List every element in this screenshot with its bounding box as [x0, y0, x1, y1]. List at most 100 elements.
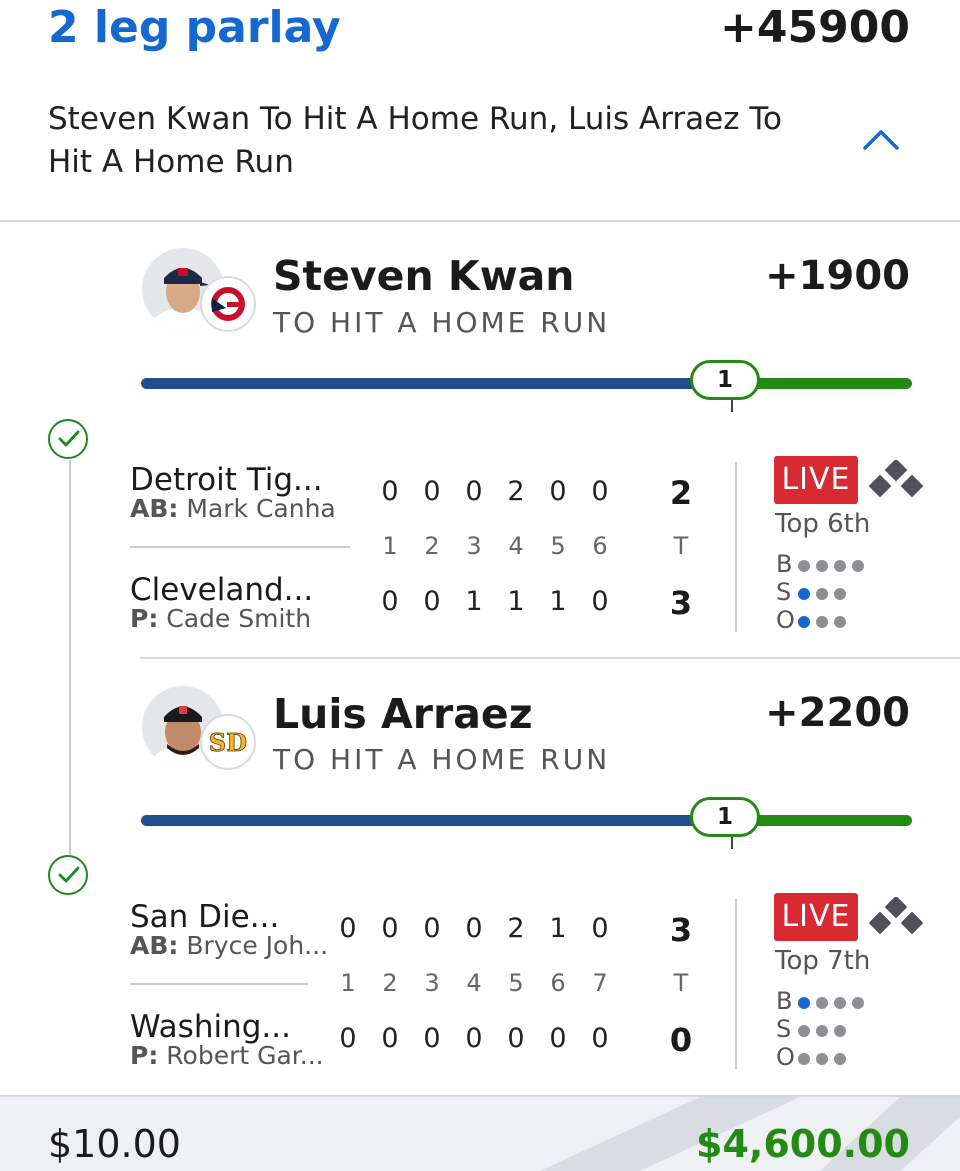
away-total-score: 2: [669, 474, 693, 512]
away-inning-score: 2: [507, 476, 525, 507]
strikes-dot: [798, 1025, 810, 1037]
market-label: TO HIT A HOME RUN: [273, 306, 611, 339]
inning-number: 3: [424, 969, 440, 997]
at-bat-player: AB: Bryce Joh...: [130, 931, 328, 960]
scoreboard-divider: [735, 462, 737, 632]
inning-number: 1: [382, 532, 398, 560]
home-inning-score: 1: [507, 586, 525, 617]
outs-label: O: [776, 1043, 795, 1071]
inning-number: 5: [508, 969, 524, 997]
progress-marker: 1: [690, 797, 760, 837]
stake-amount: $10.00: [48, 1122, 181, 1166]
balls-dot: [798, 560, 810, 572]
strikes-count-row: S: [776, 1015, 852, 1043]
progress-bar-filled: [141, 378, 725, 389]
at-bat-label: AB:: [130, 494, 179, 523]
pitcher-name: Cade Smith: [166, 604, 312, 633]
inning-state: Top 6th: [775, 509, 871, 539]
away-total-score: 3: [669, 911, 693, 949]
away-team-name: San Die...: [130, 899, 280, 935]
svg-text:SD: SD: [209, 728, 247, 757]
home-inning-score: 1: [549, 586, 567, 617]
away-inning-score: 0: [423, 476, 441, 507]
away-inning-score: 0: [591, 476, 609, 507]
outs-dot: [816, 1053, 828, 1065]
home-total-score: 3: [669, 584, 693, 622]
at-bat-name: Mark Canha: [186, 494, 336, 523]
timeline-line: [69, 460, 71, 862]
team-divider: [130, 983, 308, 985]
total-header: T: [673, 532, 689, 560]
home-inning-score: 0: [423, 1023, 441, 1054]
away-inning-score: 1: [549, 913, 567, 944]
balls-dot: [834, 560, 846, 572]
inning-number: 3: [466, 532, 482, 560]
outs-count-row: O: [776, 1043, 852, 1071]
balls-dot: [816, 997, 828, 1009]
progress-tick: [731, 400, 733, 412]
outs-count-row: O: [776, 606, 852, 634]
strikes-label: S: [776, 578, 792, 606]
away-inning-score: 0: [339, 913, 357, 944]
pitcher-label: P:: [130, 1041, 159, 1070]
market-label: TO HIT A HOME RUN: [273, 743, 611, 776]
strikes-dot: [834, 588, 846, 600]
player-name: Luis Arraez: [273, 690, 533, 738]
base-diamonds-icon: [866, 895, 928, 943]
leg-odds: +2200: [765, 690, 910, 736]
pitcher-player: P: Cade Smith: [130, 604, 311, 633]
inning-number: 1: [340, 969, 356, 997]
at-bat-label: AB:: [130, 931, 179, 960]
away-inning-score: 0: [465, 913, 483, 944]
outs-dot: [798, 1053, 810, 1065]
outs-label: O: [776, 606, 795, 634]
inning-number: 6: [592, 532, 608, 560]
outs-dot: [816, 616, 828, 628]
team-divider: [130, 546, 350, 548]
pitcher-name: Robert Gar...: [166, 1041, 324, 1070]
parlay-title: 2 leg parlay: [48, 2, 341, 53]
balls-count-row: B: [776, 550, 870, 578]
outs-dot: [834, 616, 846, 628]
strikes-count-row: S: [776, 578, 852, 606]
home-inning-score: 1: [465, 586, 483, 617]
away-inning-score: 0: [381, 913, 399, 944]
pitcher-label: P:: [130, 604, 159, 633]
balls-label: B: [776, 550, 793, 578]
home-inning-score: 0: [381, 1023, 399, 1054]
strikes-dot: [816, 588, 828, 600]
at-bat-name: Bryce Joh...: [186, 931, 329, 960]
header-divider: [0, 220, 960, 222]
home-inning-score: 0: [381, 586, 399, 617]
away-inning-score: 2: [507, 913, 525, 944]
home-inning-score: 0: [339, 1023, 357, 1054]
balls-dot: [834, 997, 846, 1009]
home-inning-score: 0: [549, 1023, 567, 1054]
guardians-logo-icon: [200, 276, 256, 332]
away-inning-score: 0: [423, 913, 441, 944]
base-diamonds-icon: [866, 458, 928, 506]
inning-number: 2: [424, 532, 440, 560]
leg-2-check-icon: [48, 855, 88, 895]
outs-dot: [834, 1053, 846, 1065]
inning-number: 6: [550, 969, 566, 997]
parlay-description: Steven Kwan To Hit A Home Run, Luis Arra…: [48, 101, 783, 180]
live-badge: LIVE: [774, 456, 858, 504]
balls-dot: [852, 997, 864, 1009]
progress-bar-filled: [141, 815, 725, 826]
padres-logo-icon: SD: [200, 714, 256, 770]
away-inning-score: 0: [591, 913, 609, 944]
strikes-label: S: [776, 1015, 792, 1043]
strikes-dot: [816, 1025, 828, 1037]
home-inning-score: 0: [591, 586, 609, 617]
leg-1-check-icon: [48, 419, 88, 459]
balls-count-row: B: [776, 987, 870, 1015]
home-inning-score: 0: [423, 586, 441, 617]
balls-dot: [798, 997, 810, 1009]
strikes-dot: [798, 588, 810, 600]
inning-number: 4: [508, 532, 524, 560]
inning-state: Top 7th: [775, 946, 871, 976]
collapse-chevron-up-icon[interactable]: [862, 126, 900, 152]
away-inning-score: 0: [381, 476, 399, 507]
inning-number: 2: [382, 969, 398, 997]
